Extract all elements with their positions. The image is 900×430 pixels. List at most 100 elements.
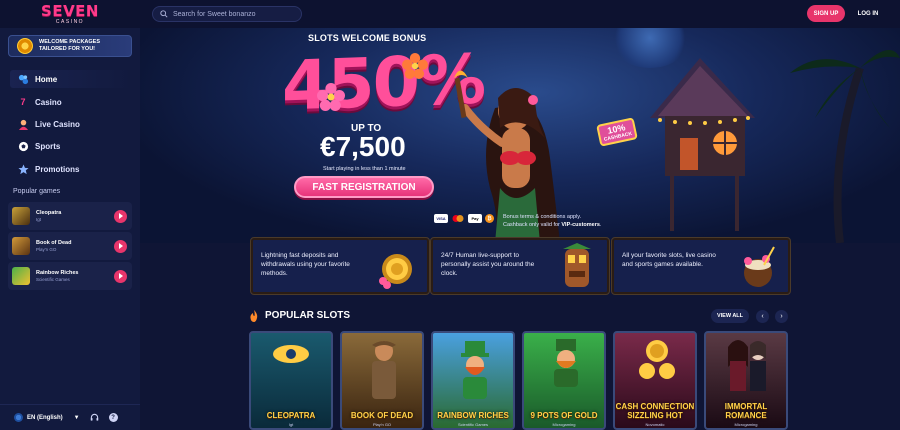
globe-icon	[14, 413, 23, 422]
sidebar-item-label: Sports	[35, 141, 61, 151]
slot-provider: Igt	[288, 422, 294, 427]
hero-subtitle: Start playing in less than 1 minute	[323, 166, 406, 172]
gift-wheel-icon	[17, 38, 33, 54]
feature-text: All your favorite slots, live casino and…	[622, 252, 716, 268]
signup-button[interactable]: SIGN UP	[807, 5, 845, 22]
language-selector[interactable]: EN (English)	[27, 415, 63, 421]
feature-card-support: 24/7 Human live-support to personally as…	[430, 237, 610, 295]
slot-card-book-of-dead[interactable]: BOOK OF DEAD Play'n GO	[340, 331, 424, 430]
mastercard-icon	[451, 214, 465, 223]
star-icon	[17, 163, 29, 175]
feature-card-deposits: Lightning fast deposits and withdrawals …	[250, 237, 430, 295]
feature-text: Lightning fast deposits and withdrawals …	[261, 252, 350, 277]
top-bar: SEVEN CASINO Search for Sweet bonanzo SI…	[0, 0, 900, 28]
cashback-badge: 10% CASHBACK	[596, 117, 638, 147]
site-logo[interactable]: SEVEN CASINO	[40, 2, 100, 26]
hero-amount: €7,500	[320, 131, 406, 162]
leprechaun-icon	[461, 341, 489, 399]
game-thumbnail	[12, 237, 30, 255]
chevron-down-icon[interactable]: ▼	[74, 415, 80, 421]
search-input[interactable]: Search for Sweet bonanzo	[152, 6, 302, 22]
gold-coin-icon	[379, 254, 412, 289]
game-thumbnail	[12, 207, 30, 225]
popular-games-title: Popular games	[13, 188, 61, 195]
explorer-character-icon	[372, 341, 396, 399]
vampire-couple-icon	[728, 340, 766, 391]
slot-provider: Scientific Games	[457, 422, 488, 427]
flower-icon	[317, 83, 345, 111]
slot-provider: Microgaming	[552, 422, 576, 427]
fast-registration-button[interactable]: FAST REGISTRATION	[294, 176, 434, 198]
live-casino-icon	[17, 118, 29, 130]
sidebar-item-casino[interactable]: 7 Casino	[10, 93, 132, 111]
login-button[interactable]: LOG IN	[852, 5, 884, 22]
sidebar-item-label: Home	[35, 74, 58, 84]
play-button[interactable]	[114, 209, 127, 223]
sidebar-item-sports[interactable]: Sports	[10, 137, 132, 155]
tiki-mask-icon	[563, 243, 591, 287]
terms-line-2: Cashback only valid for VIP-customers.	[503, 222, 602, 228]
slot-card-rainbow-riches[interactable]: RAINBOW RICHES Scientific Games	[431, 331, 515, 430]
leprechaun-icon	[554, 339, 578, 387]
slot-name: IMMORTAL ROMANCE	[724, 402, 768, 420]
sidebar-item-promotions[interactable]: Promotions	[10, 160, 132, 178]
slot-name: BOOK OF DEAD	[350, 411, 414, 420]
sidebar: WELCOME PACKAGES TAILORED FOR YOU! Home …	[0, 28, 140, 430]
game-name: Book of Dead	[36, 239, 72, 246]
payment-methods: VISA Pay ₿	[434, 214, 494, 223]
bitcoin-icon: ₿	[485, 214, 494, 223]
apple-pay-icon: Pay	[468, 214, 482, 223]
slot-card-9-pots-of-gold[interactable]: 9 POTS OF GOLD Microgaming	[522, 331, 606, 430]
logo-main-text: SEVEN	[41, 2, 99, 20]
welcome-line-2: TAILORED FOR YOU!	[39, 46, 96, 52]
slot-provider: Play'n GO	[372, 422, 392, 427]
feature-card-games: All your favorite slots, live casino and…	[611, 237, 791, 295]
help-icon[interactable]: ?	[108, 413, 118, 422]
bonus-terms: Bonus terms & conditions apply. Cashback…	[503, 213, 601, 229]
hero-title: SLOTS WELCOME BONUS	[308, 33, 427, 43]
vip-customers-text: VIP-customers	[561, 222, 600, 228]
sidebar-footer: EN (English) ▼ ?	[0, 404, 140, 430]
sidebar-item-live-casino[interactable]: Live Casino	[10, 115, 132, 133]
view-all-button[interactable]: VIEW ALL	[711, 309, 749, 323]
visa-icon: VISA	[434, 214, 448, 223]
sidebar-item-home[interactable]: Home	[10, 70, 132, 88]
sidebar-game-cleopatra[interactable]: Cleopatra Igt	[8, 202, 132, 230]
search-icon	[160, 10, 168, 18]
next-arrow-button[interactable]: ›	[775, 310, 788, 323]
flower-icon	[402, 53, 428, 79]
feature-text: 24/7 Human live-support to personally as…	[441, 252, 535, 277]
slot-name: CASH CONNECTION SIZZLING HOT	[615, 402, 695, 420]
slot-name: CLEOPATRA	[266, 411, 316, 420]
prev-arrow-button[interactable]: ‹	[756, 310, 769, 323]
game-provider: Igt	[36, 216, 42, 222]
seven-icon: 7	[20, 97, 26, 107]
play-button[interactable]	[114, 269, 127, 283]
slot-provider: Novomatic	[645, 422, 665, 427]
sidebar-item-label: Casino	[35, 97, 62, 107]
slot-card-cash-connection[interactable]: CASH CONNECTION SIZZLING HOT Novomatic	[613, 331, 697, 430]
soccer-ball-icon	[17, 140, 29, 152]
home-icon	[17, 73, 29, 85]
game-name: Rainbow Riches	[36, 269, 79, 276]
terms-line-1: Bonus terms & conditions apply.	[503, 214, 582, 220]
slot-card-immortal-romance[interactable]: IMMORTAL ROMANCE Microgaming	[704, 331, 788, 430]
gold-coins-icon	[639, 340, 675, 379]
palm-tree-decoration	[790, 50, 900, 243]
play-button[interactable]	[114, 239, 127, 253]
game-name: Cleopatra	[36, 209, 62, 216]
hero-banner: SLOTS WELCOME BONUS 450% UP TO €7,500 St…	[140, 28, 900, 243]
popular-slots-title: POPULAR SLOTS	[265, 310, 351, 321]
welcome-packages-card[interactable]: WELCOME PACKAGES TAILORED FOR YOU!	[8, 35, 132, 57]
slot-card-cleopatra[interactable]: CLEOPATRA Igt	[249, 331, 333, 430]
game-thumbnail	[12, 267, 30, 285]
sidebar-game-book-of-dead[interactable]: Book of Dead Play'n GO	[8, 232, 132, 260]
slot-provider: Microgaming	[734, 422, 758, 427]
search-placeholder: Search for Sweet bonanzo	[173, 10, 256, 18]
fire-icon	[250, 310, 258, 322]
slot-name: 9 POTS OF GOLD	[530, 411, 598, 420]
coconut-drink-icon	[744, 246, 775, 287]
headset-icon[interactable]	[90, 413, 99, 422]
sidebar-game-rainbow-riches[interactable]: Rainbow Riches Scientific Games	[8, 262, 132, 290]
sidebar-item-label: Live Casino	[35, 119, 80, 129]
